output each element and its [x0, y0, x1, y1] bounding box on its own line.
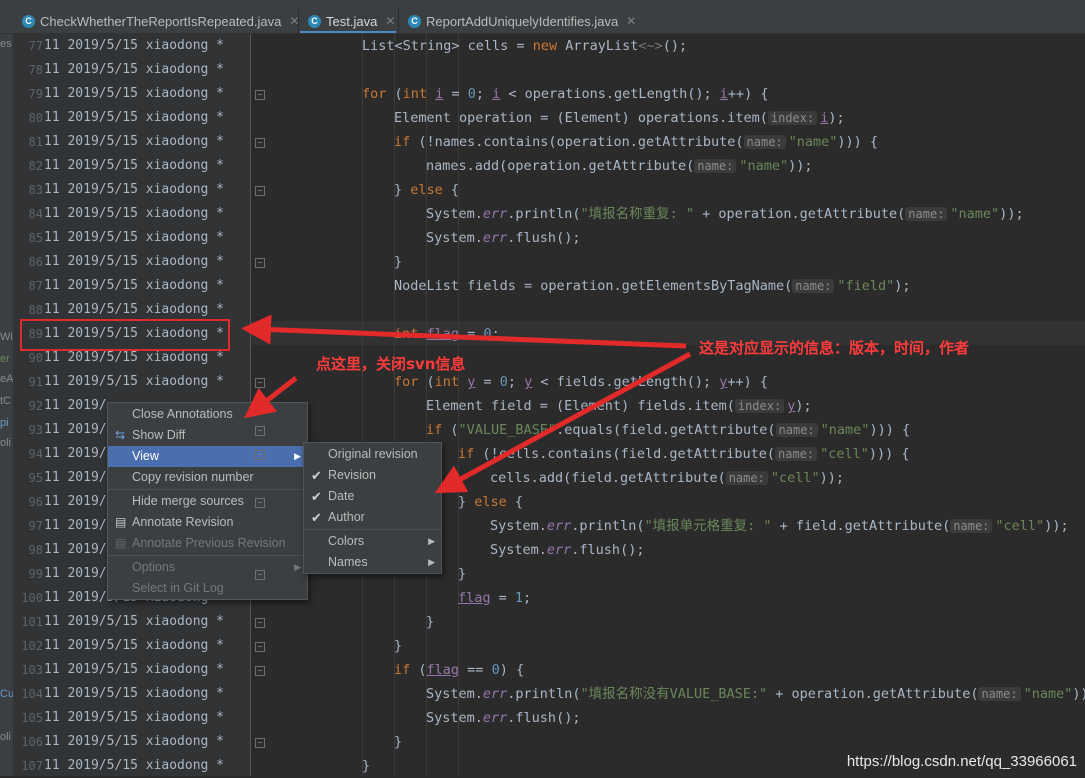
callout-close-svn-info: 点这里，关闭svn信息: [316, 355, 466, 373]
fold-marker-icon[interactable]: −: [255, 90, 265, 100]
fold-marker-icon[interactable]: −: [255, 450, 265, 460]
callout-info-meaning: 这是对应显示的信息：版本，时间，作者: [699, 339, 970, 357]
fold-marker-icon[interactable]: −: [255, 570, 265, 580]
fold-marker-icon[interactable]: −: [255, 426, 265, 436]
fold-marker-icon[interactable]: −: [255, 618, 265, 628]
annotation-arrows: [241, 314, 692, 494]
watermark: https://blog.csdn.net/qq_33966061: [846, 753, 1077, 770]
fold-marker-icon[interactable]: −: [255, 138, 265, 148]
fold-marker-icon[interactable]: −: [255, 666, 265, 676]
fold-marker-icon[interactable]: −: [255, 498, 265, 508]
fold-marker-icon[interactable]: −: [255, 378, 265, 388]
fold-marker-icon[interactable]: −: [255, 186, 265, 196]
arrow-to-annotation: [241, 314, 687, 349]
arrow-to-checked-items: [434, 351, 692, 494]
fold-marker-icon[interactable]: −: [255, 738, 265, 748]
fold-marker-icon[interactable]: −: [255, 258, 265, 268]
fold-marker-icon[interactable]: −: [255, 642, 265, 652]
